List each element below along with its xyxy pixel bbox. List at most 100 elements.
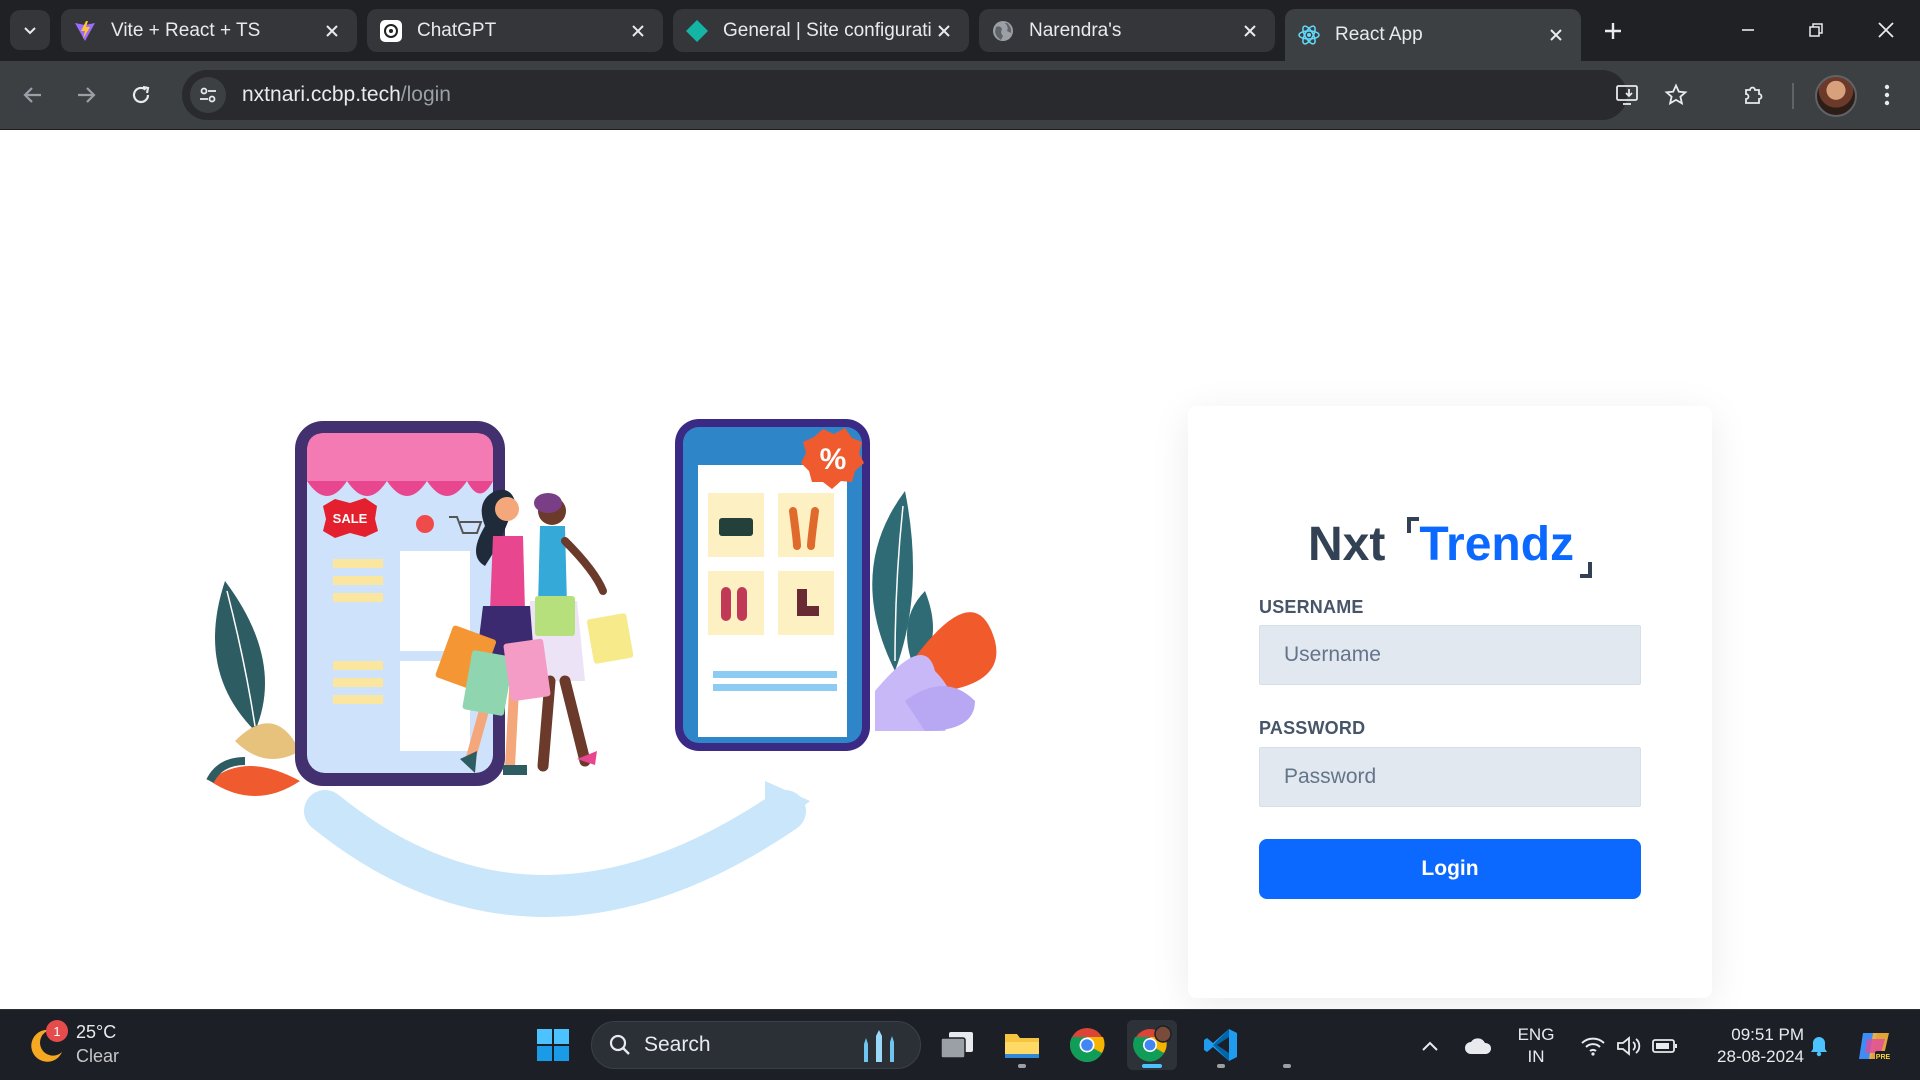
install-app-button[interactable] (1607, 74, 1649, 116)
language-code: ENG (1517, 1025, 1555, 1044)
tab-title: React App (1335, 24, 1423, 45)
weather-notification-badge: 1 (46, 1020, 68, 1042)
vscode-taskbar-button[interactable] (1196, 1020, 1246, 1070)
wifi-button[interactable] (1575, 1010, 1611, 1080)
battery-icon (1652, 1038, 1677, 1053)
restore-icon (1809, 23, 1823, 37)
site-info-button[interactable] (190, 77, 226, 113)
restore-button[interactable] (1788, 8, 1844, 52)
start-button[interactable] (528, 1020, 578, 1070)
tab-title: Narendra's (1029, 19, 1122, 41)
close-icon[interactable] (625, 18, 651, 44)
close-icon[interactable] (931, 18, 957, 44)
search-label: Search (644, 1033, 711, 1056)
close-icon[interactable] (319, 18, 345, 44)
chevron-up-icon (1422, 1041, 1438, 1051)
globe-icon (991, 19, 1015, 43)
more-vertical-icon (1884, 84, 1890, 106)
leaf-decoration-right (872, 491, 997, 731)
url-path: /login (400, 83, 451, 106)
windows-taskbar: 1 25°C Clear Search ENG IN 09:51 PM 28-0… (0, 1009, 1920, 1080)
vscode-icon (1204, 1029, 1237, 1061)
notifications-button[interactable] (1804, 1010, 1834, 1080)
copilot-icon: PRE (1859, 1032, 1891, 1061)
tab-title: ChatGPT (417, 19, 497, 41)
speaker-icon (1617, 1035, 1641, 1056)
username-input[interactable] (1259, 625, 1641, 685)
tab-react-app[interactable]: React App (1285, 9, 1581, 61)
logo-text-primary: Nxt (1308, 518, 1386, 571)
minimize-button[interactable] (1720, 8, 1776, 52)
url-text[interactable]: nxtnari.ccbp.tech/login (242, 83, 451, 107)
netlify-icon (685, 19, 709, 43)
login-page: SALE % Nxt Trendz USERNAME Username PASS… (0, 131, 1920, 1009)
weather-widget[interactable]: 1 25°C Clear (24, 1020, 119, 1068)
new-tab-button[interactable] (1594, 12, 1632, 50)
show-hidden-icons-button[interactable] (1410, 1010, 1450, 1080)
puzzle-icon (1745, 86, 1763, 104)
browser-menu-button[interactable] (1865, 73, 1909, 117)
system-clock[interactable]: 09:51 PM 28-08-2024 (1694, 1024, 1804, 1068)
tab-netlify[interactable]: General | Site configuratio (673, 9, 969, 52)
active-window-indicator (1142, 1064, 1162, 1068)
chevron-down-icon (24, 27, 36, 35)
weather-temperature: 25°C (76, 1022, 117, 1042)
arrow-left-icon (23, 87, 41, 103)
search-highlight-icon (864, 1030, 894, 1062)
file-explorer-button[interactable] (997, 1020, 1047, 1070)
folder-icon (1005, 1034, 1039, 1058)
svg-text:SALE: SALE (333, 511, 368, 526)
password-input[interactable] (1259, 747, 1641, 807)
leaf-decoration-left (206, 581, 300, 796)
chatgpt-icon (379, 19, 403, 43)
plus-icon (1605, 23, 1621, 39)
onedrive-button[interactable] (1458, 1010, 1498, 1080)
running-indicator (1283, 1064, 1291, 1068)
tab-narendra[interactable]: Narendra's (979, 9, 1275, 52)
username-label: USERNAME (1259, 597, 1364, 617)
weather-condition: Clear (76, 1046, 120, 1066)
url-host: nxtnari.ccbp.tech (242, 83, 401, 106)
volume-button[interactable] (1611, 1010, 1647, 1080)
battery-button[interactable] (1647, 1010, 1683, 1080)
bookmark-button[interactable] (1655, 74, 1697, 116)
star-icon (1664, 83, 1688, 106)
password-label: PASSWORD (1259, 718, 1366, 738)
logo-text-secondary: Trendz (1407, 517, 1592, 578)
extensions-button[interactable] (1731, 73, 1775, 117)
language-indicator[interactable]: ENG IN (1511, 1024, 1561, 1068)
install-app-icon (1616, 85, 1638, 105)
taskbar-search[interactable]: Search (591, 1021, 921, 1069)
copilot-button[interactable]: PRE (1852, 1010, 1898, 1080)
minimize-icon (1742, 29, 1754, 31)
back-button[interactable] (11, 73, 55, 117)
region-code: IN (1527, 1047, 1545, 1066)
nxt-trendz-logo: Nxt Trendz (1308, 502, 1592, 578)
chrome-icon (1069, 1028, 1105, 1063)
windows-logo-icon (537, 1029, 569, 1061)
tab-chatgpt[interactable]: ChatGPT (367, 9, 663, 52)
task-view-button[interactable] (932, 1020, 982, 1070)
tab-vite[interactable]: Vite + React + TS (61, 9, 357, 52)
profile-avatar[interactable] (1815, 75, 1857, 117)
close-icon[interactable] (1237, 18, 1263, 44)
clock-time: 09:51 PM (1731, 1025, 1804, 1044)
reload-button[interactable] (119, 73, 163, 117)
address-bar[interactable]: nxtnari.ccbp.tech/login (182, 70, 1688, 120)
tab-search-button[interactable] (10, 10, 50, 50)
wifi-icon (1581, 1037, 1605, 1056)
close-window-button[interactable] (1858, 8, 1914, 52)
chrome-taskbar-button[interactable] (1062, 1020, 1112, 1070)
forward-button[interactable] (64, 73, 108, 117)
cloud-icon (1465, 1037, 1492, 1054)
running-indicator (1018, 1064, 1026, 1068)
login-button[interactable]: Login (1259, 839, 1641, 899)
chrome-profile-taskbar-button[interactable] (1127, 1020, 1177, 1070)
close-icon[interactable] (1543, 22, 1569, 48)
task-view-icon (940, 1032, 973, 1059)
reload-icon (132, 85, 150, 104)
pinned-app-button[interactable] (1262, 1020, 1312, 1070)
bell-icon (1811, 1036, 1827, 1056)
toolbar-divider (1792, 83, 1794, 109)
browser-tab-strip: Vite + React + TS ChatGPT General | Site… (0, 0, 1920, 61)
